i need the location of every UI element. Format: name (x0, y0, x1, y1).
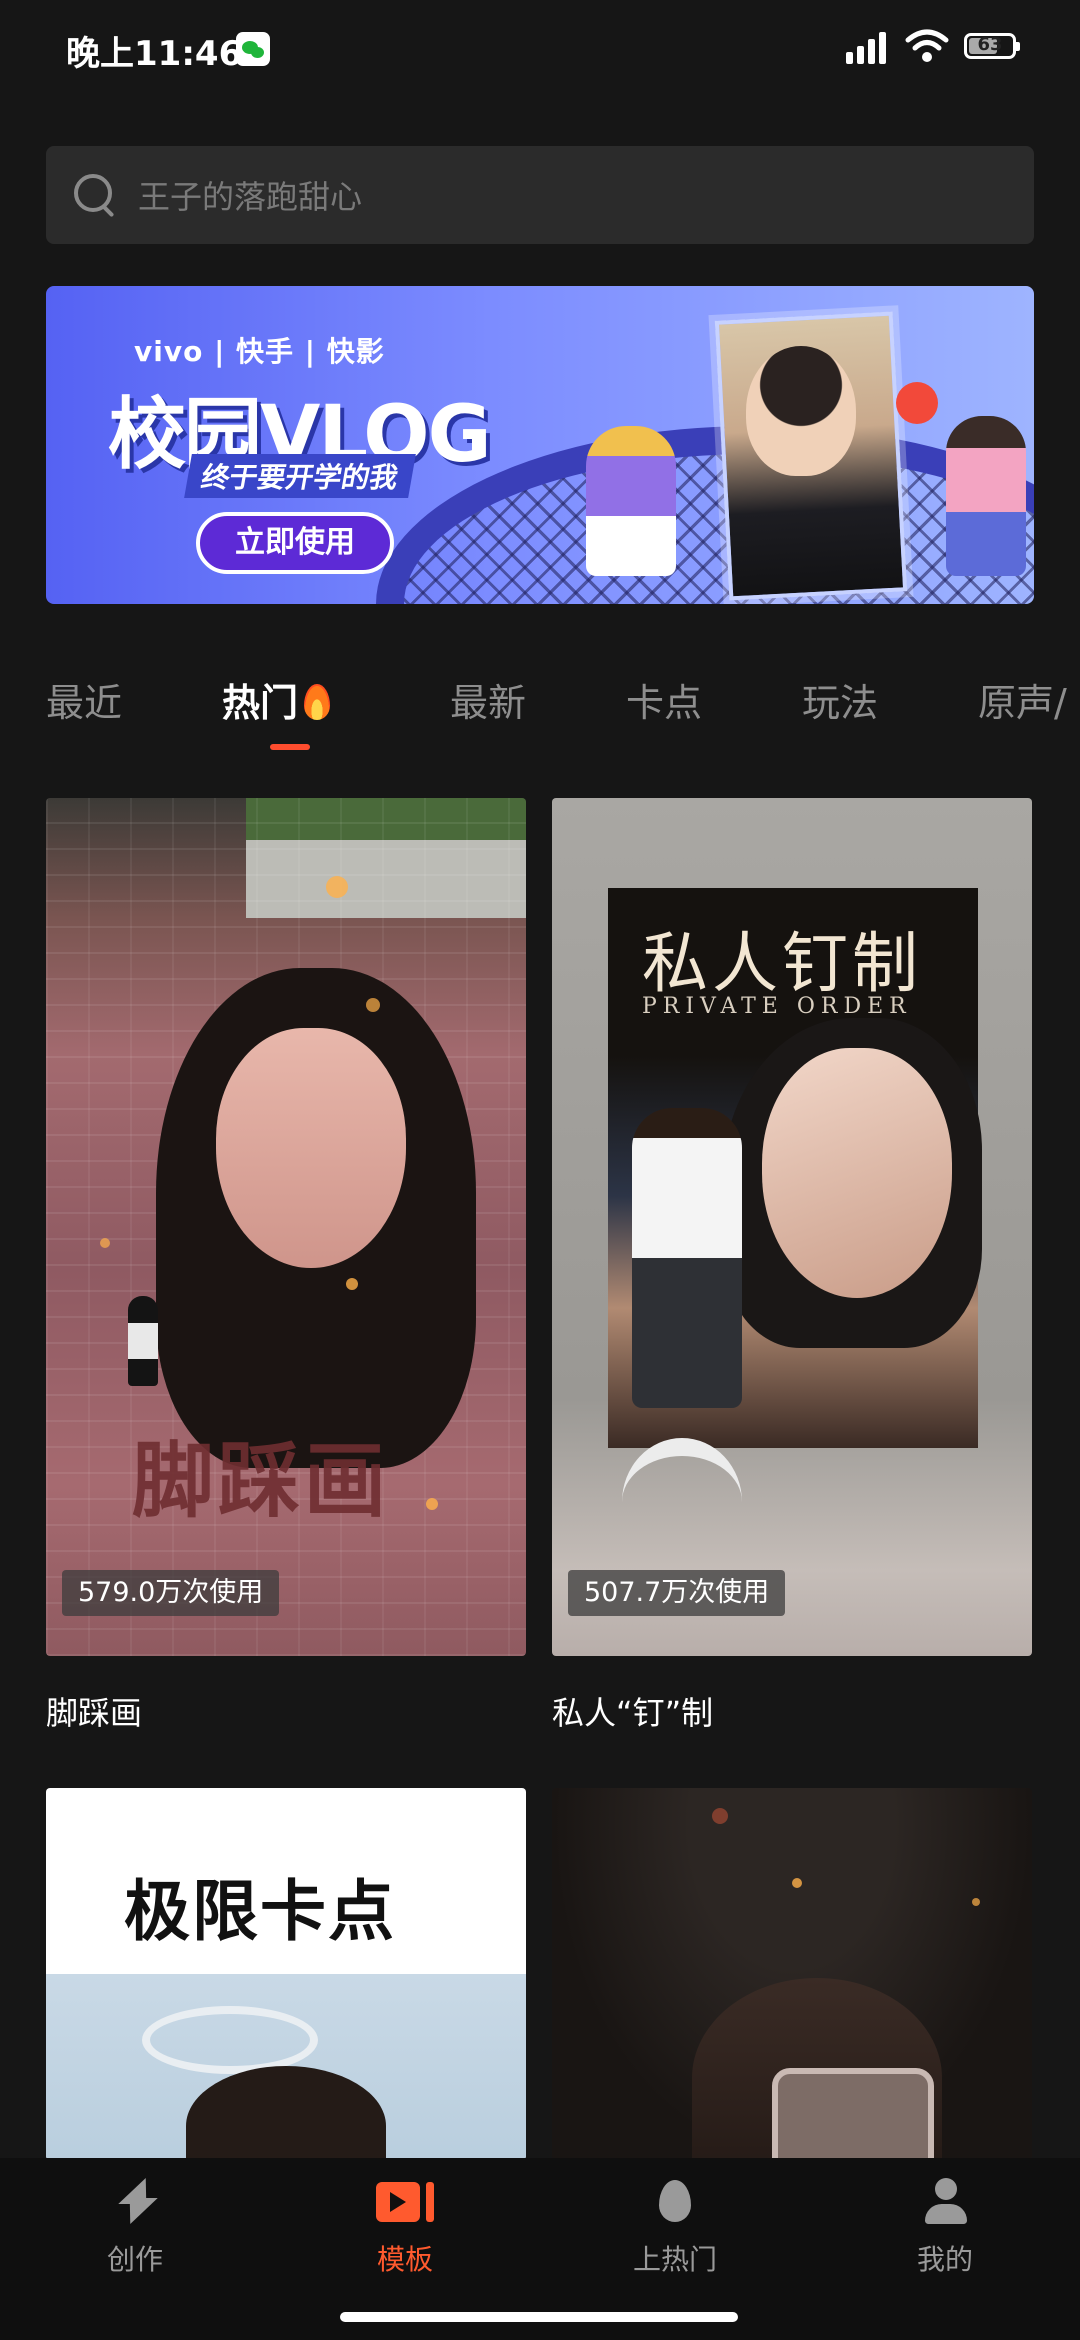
tab-hot-label: 热门 (222, 681, 299, 725)
promo-banner[interactable]: vivo | 快手 | 快影 校园VLOG 终于要开学的我 立即使用 (46, 286, 1034, 604)
nav-trending-label: 上热门 (632, 2243, 717, 2276)
card-thumbnail-art-text: 私人钉制 (642, 925, 922, 1002)
wechat-notification-icon (236, 32, 270, 66)
usage-badge: 579.0万次使用 (62, 1570, 280, 1616)
nav-create-label: 创作 (106, 2243, 163, 2276)
flame-icon (653, 2178, 697, 2226)
card-thumbnail-face (762, 1048, 952, 1298)
card-thumbnail-phone (772, 2068, 934, 2160)
template-card[interactable]: 私人钉制 PRIVATE ORDER 507.7万次使用 (552, 798, 1032, 1656)
template-title[interactable]: 脚踩画 (46, 1688, 142, 1734)
search-bar[interactable]: 王子的落跑甜心 (46, 146, 1034, 244)
battery-level: 63 (977, 34, 1003, 55)
tab-recent[interactable]: 最近 (46, 672, 122, 727)
cellular-signal-icon (846, 30, 890, 64)
banner-subtitle: 终于要开学的我 (184, 454, 416, 498)
card-thumbnail-art-subtext: PRIVATE ORDER (642, 994, 912, 1019)
usage-badge: 507.7万次使用 (568, 1570, 786, 1616)
lightning-icon (113, 2178, 158, 2226)
template-card[interactable]: 极限卡点 (46, 1788, 526, 2160)
nav-profile-label: 我的 (916, 2243, 973, 2276)
tab-gameplay[interactable]: 玩法 (802, 672, 878, 727)
tab-original-sound[interactable]: 原声/ (978, 672, 1067, 727)
card-thumbnail-face (216, 1028, 406, 1268)
card-thumbnail-figure (128, 1296, 158, 1386)
status-time: 晚上11:46 (66, 34, 243, 74)
card-thumbnail-chair (622, 1438, 742, 1566)
search-placeholder: 王子的落跑甜心 (138, 178, 363, 216)
home-indicator[interactable] (340, 2312, 738, 2322)
template-icon (376, 2178, 434, 2226)
nav-templates[interactable]: 模板 (345, 2178, 465, 2278)
banner-student-illustration (946, 416, 1026, 576)
tab-beat[interactable]: 卡点 (626, 672, 702, 727)
tab-hot[interactable]: 热门 (222, 672, 331, 727)
nav-templates-label: 模板 (376, 2243, 433, 2276)
card-thumbnail-figure (632, 1108, 742, 1408)
banner-cta-button[interactable]: 立即使用 (196, 512, 394, 574)
active-tab-indicator (270, 744, 310, 750)
template-card[interactable]: 脚踩画 579.0万次使用 (46, 798, 526, 1656)
battery-icon: 63 (964, 33, 1020, 59)
nav-create[interactable]: 创作 (75, 2178, 195, 2278)
banner-photo-face (746, 346, 856, 476)
card-thumbnail-art-text: 极限卡点 (124, 1873, 396, 1950)
banner-ball-illustration (896, 382, 938, 424)
card-thumbnail-art-text: 脚踩画 (132, 1434, 391, 1529)
card-thumbnail-halo (142, 2006, 318, 2074)
template-card[interactable] (552, 1788, 1032, 2160)
banner-student-illustration (586, 426, 676, 576)
fire-icon (304, 684, 331, 720)
nav-trending[interactable]: 上热门 (615, 2178, 735, 2278)
template-title[interactable]: 私人“钉”制 (552, 1688, 713, 1734)
tab-newest[interactable]: 最新 (450, 672, 526, 727)
nav-profile[interactable]: 我的 (885, 2178, 1005, 2278)
status-bar: 晚上11:46 63 (0, 0, 1080, 96)
banner-brands: vivo | 快手 | 快影 (134, 335, 385, 368)
search-icon (74, 174, 112, 212)
person-icon (923, 2178, 967, 2226)
wifi-icon (905, 29, 949, 62)
